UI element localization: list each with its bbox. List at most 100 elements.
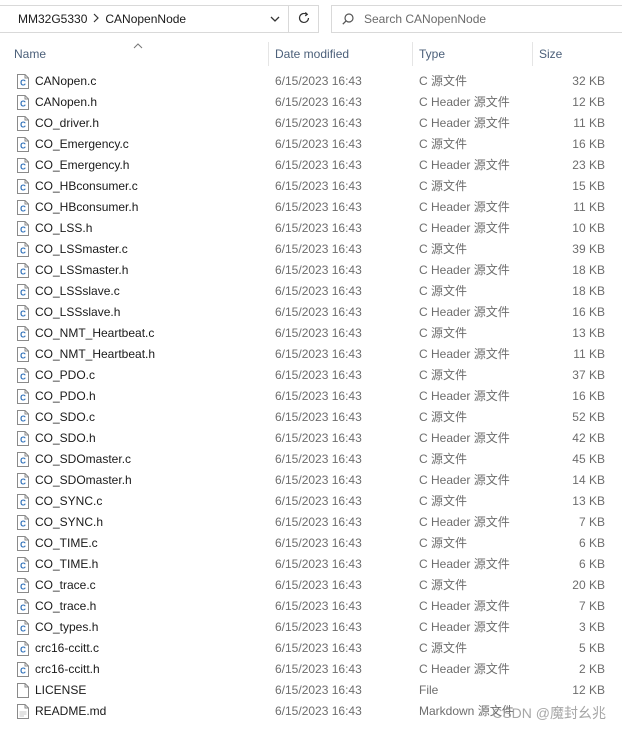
svg-text:C: C: [20, 457, 26, 466]
file-date-modified: 6/15/2023 16:43: [275, 116, 362, 130]
c-source-file-icon: C: [17, 536, 29, 551]
file-size: 12 KB: [572, 95, 605, 109]
file-date-modified: 6/15/2023 16:43: [275, 284, 362, 298]
file-row[interactable]: C CO_HBconsumer.h 6/15/2023 16:43 C Header …: [0, 197, 622, 218]
svg-text:C: C: [20, 373, 26, 382]
column-header-date[interactable]: Date modified: [275, 40, 349, 68]
c-source-file-icon: C: [17, 410, 29, 425]
column-header-size[interactable]: Size: [539, 40, 562, 68]
file-name: CO_SDO.c: [35, 410, 96, 424]
svg-text:C: C: [20, 310, 26, 319]
file-type: C Header 源文件: [419, 95, 510, 109]
file-size: 39 KB: [572, 242, 605, 256]
file-row[interactable]: C CO_HBconsumer.c 6/15/2023 16:43 C 源文件 15 K…: [0, 176, 622, 197]
file-size: 7 KB: [578, 599, 605, 613]
file-row[interactable]: C CO_LSS.h 6/15/2023 16:43 C Header 源文件 10 K…: [0, 218, 622, 239]
c-header-file-icon: C: [17, 305, 29, 320]
file-row[interactable]: C CO_TIME.c 6/15/2023 16:43 C 源文件 6 KB: [0, 533, 622, 554]
file-name: CO_trace.h: [35, 599, 97, 613]
c-header-file-icon: C: [17, 158, 29, 173]
file-row[interactable]: C CO_SYNC.c 6/15/2023 16:43 C 源文件 13 KB: [0, 491, 622, 512]
file-row[interactable]: C CO_SDOmaster.h 6/15/2023 16:43 C Header 源…: [0, 470, 622, 491]
file-row[interactable]: C CO_Emergency.c 6/15/2023 16:43 C 源文件 16 KB: [0, 134, 622, 155]
column-divider[interactable]: [268, 42, 269, 66]
file-row[interactable]: Ccrc16-ccitt.h 6/15/2023 16:43 C Header 源文…: [0, 659, 622, 680]
file-type: C 源文件: [419, 641, 468, 655]
file-row[interactable]: C CO_trace.h 6/15/2023 16:43 C Header 源文件 7 …: [0, 596, 622, 617]
file-row[interactable]: C CANopen.h 6/15/2023 16:43 C Header 源文件 12 …: [0, 92, 622, 113]
chevron-down-icon[interactable]: [268, 12, 282, 26]
c-source-file-icon: C: [17, 284, 29, 299]
file-row[interactable]: C CO_SDO.h 6/15/2023 16:43 C Header 源文件 42 K…: [0, 428, 622, 449]
file-row[interactable]: C CO_types.h 6/15/2023 16:43 C Header 源文件 3 …: [0, 617, 622, 638]
file-row[interactable]: C CO_SYNC.h 6/15/2023 16:43 C Header 源文件 7 K…: [0, 512, 622, 533]
file-type: C 源文件: [419, 536, 468, 550]
watermark: CSDN @魔封幺兆: [492, 705, 606, 721]
file-row[interactable]: C CO_LSSslave.c 6/15/2023 16:43 C 源文件 18 KB: [0, 281, 622, 302]
address-bar[interactable]: MM32G5330 CANopenNode: [0, 5, 289, 33]
file-row[interactable]: C CO_LSSmaster.c 6/15/2023 16:43 C 源文件 39 KB: [0, 239, 622, 260]
search-input[interactable]: [364, 12, 604, 26]
file-type: C 源文件: [419, 179, 468, 193]
svg-text:C: C: [20, 436, 26, 445]
c-header-file-icon: C: [17, 431, 29, 446]
column-header-type[interactable]: Type: [419, 40, 445, 68]
file-name: CO_HBconsumer.h: [35, 200, 139, 214]
c-header-file-icon: C: [17, 662, 29, 677]
svg-text:C: C: [20, 667, 26, 676]
file-row[interactable]: C CO_PDO.h 6/15/2023 16:43 C Header 源文件 16 K…: [0, 386, 622, 407]
file-row[interactable]: C CO_LSSslave.h 6/15/2023 16:43 C Header 源文…: [0, 302, 622, 323]
file-type: C Header 源文件: [419, 515, 510, 529]
svg-text:C: C: [20, 142, 26, 151]
column-header-name[interactable]: Name: [14, 40, 46, 68]
file-row[interactable]: C CO_NMT_Heartbeat.h 6/15/2023 16:43 C Head…: [0, 344, 622, 365]
file-row[interactable]: C CO_SDOmaster.c 6/15/2023 16:43 C 源文件 45 KB: [0, 449, 622, 470]
column-divider[interactable]: [412, 42, 413, 66]
breadcrumb-item-mm32g5330[interactable]: MM32G5330: [18, 12, 87, 26]
file-row[interactable]: C CO_NMT_Heartbeat.c 6/15/2023 16:43 C 源文件 1…: [0, 323, 622, 344]
svg-text:C: C: [20, 121, 26, 130]
file-date-modified: 6/15/2023 16:43: [275, 536, 362, 550]
c-header-file-icon: C: [17, 515, 29, 530]
file-row[interactable]: Ccrc16-ccitt.c 6/15/2023 16:43 C 源文件 5 KB: [0, 638, 622, 659]
refresh-button[interactable]: [289, 5, 319, 33]
chevron-right-icon[interactable]: [87, 13, 105, 26]
file-row[interactable]: C CO_TIME.h 6/15/2023 16:43 C Header 源文件 6 K…: [0, 554, 622, 575]
file-size: 11 KB: [573, 116, 605, 130]
c-header-file-icon: C: [17, 200, 29, 215]
file-row[interactable]: C CO_LSSmaster.h 6/15/2023 16:43 C Header 源…: [0, 260, 622, 281]
file-row[interactable]: C CO_SDO.c 6/15/2023 16:43 C 源文件 52 KB: [0, 407, 622, 428]
c-source-file-icon: C: [17, 326, 29, 341]
file-row[interactable]: C CO_Emergency.h 6/15/2023 16:43 C Header 源…: [0, 155, 622, 176]
c-header-file-icon: C: [17, 347, 29, 362]
breadcrumb-item-canopennode[interactable]: CANopenNode: [105, 12, 186, 26]
file-size: 18 KB: [572, 263, 605, 277]
file-type: C 源文件: [419, 494, 468, 508]
file-row[interactable]: C CO_PDO.c 6/15/2023 16:43 C 源文件 37 KB: [0, 365, 622, 386]
file-size: 15 KB: [572, 179, 605, 193]
generic-file-icon: [17, 683, 29, 698]
svg-text:C: C: [20, 247, 26, 256]
file-name: CO_TIME.c: [35, 536, 98, 550]
file-name: CO_NMT_Heartbeat.c: [35, 326, 155, 340]
svg-text:C: C: [20, 205, 26, 214]
file-row[interactable]: LICENSE 6/15/2023 16:43 File 12 KB: [0, 680, 622, 701]
column-divider[interactable]: [532, 42, 533, 66]
c-header-file-icon: C: [17, 620, 29, 635]
file-name: CO_LSSmaster.c: [35, 242, 128, 256]
file-list: C CANopen.c 6/15/2023 16:43 C 源文件 32 KB C CANo…: [0, 71, 622, 722]
c-source-file-icon: C: [17, 242, 29, 257]
file-date-modified: 6/15/2023 16:43: [275, 263, 362, 277]
file-row[interactable]: C CO_driver.h 6/15/2023 16:43 C Header 源文件 1…: [0, 113, 622, 134]
svg-text:C: C: [20, 394, 26, 403]
file-name: LICENSE: [35, 683, 87, 697]
file-name: CO_Emergency.c: [35, 137, 129, 151]
search-box[interactable]: [331, 5, 622, 33]
file-type: C Header 源文件: [419, 263, 510, 277]
c-header-file-icon: C: [17, 599, 29, 614]
file-row[interactable]: C CANopen.c 6/15/2023 16:43 C 源文件 32 KB: [0, 71, 622, 92]
file-size: 11 KB: [573, 347, 605, 361]
file-name: CO_SYNC.h: [35, 515, 104, 529]
file-size: 14 KB: [572, 473, 605, 487]
file-row[interactable]: C CO_trace.c 6/15/2023 16:43 C 源文件 20 KB: [0, 575, 622, 596]
